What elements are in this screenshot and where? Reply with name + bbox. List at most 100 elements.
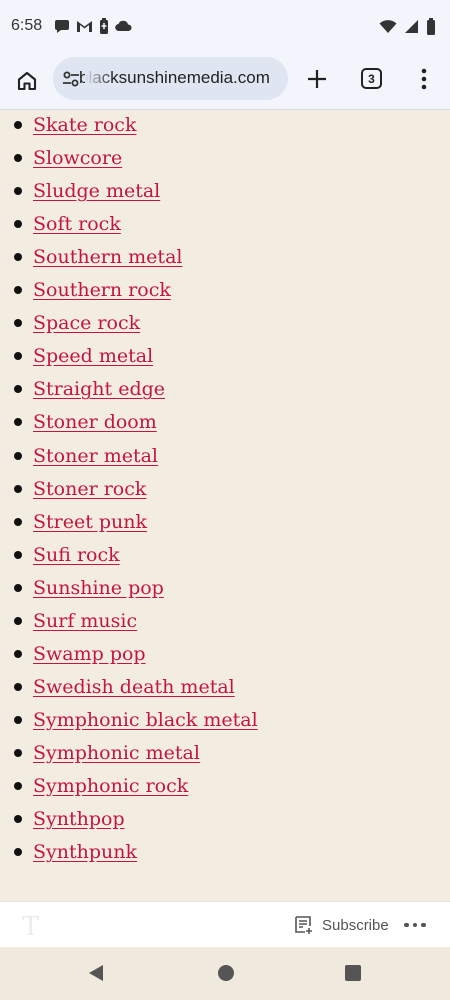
genre-link[interactable]: Swedish death metal (33, 672, 235, 702)
genre-link[interactable]: Straight edge (33, 374, 165, 404)
recents-square-icon (345, 965, 361, 981)
bullet-icon (14, 187, 22, 196)
genre-link[interactable]: Sludge metal (33, 176, 160, 206)
genre-list-item: Skate rock (0, 110, 450, 143)
genre-link[interactable]: Southern rock (33, 275, 171, 305)
bullet-icon (14, 286, 22, 295)
genre-link[interactable]: Stoner rock (33, 474, 146, 504)
genre-list-item: Synthpunk (0, 837, 450, 870)
genre-list-item: Swamp pop (0, 639, 450, 672)
genre-list-item: Synthpop (0, 804, 450, 837)
home-icon (17, 71, 37, 91)
bullet-icon (14, 550, 22, 559)
genre-link[interactable]: Swamp pop (33, 639, 146, 669)
battery-saver-icon (100, 18, 108, 34)
back-icon (89, 965, 103, 981)
status-bar: 6:58 (0, 0, 450, 54)
status-time: 6:58 (11, 17, 43, 34)
more-vert-icon (421, 68, 427, 90)
subscribe-icon (295, 916, 312, 934)
genre-list-item: Symphonic metal (0, 738, 450, 771)
battery-icon (427, 17, 435, 35)
page-content: Skate rock Slowcore Sludge metal Soft rock S… (0, 110, 450, 900)
bullet-icon (14, 352, 22, 361)
recents-button[interactable] (342, 962, 364, 984)
genre-list-item: Soft rock (0, 209, 450, 242)
genre-list-item: Stoner rock (0, 474, 450, 507)
home-button[interactable] (12, 66, 42, 96)
bullet-icon (14, 649, 22, 658)
subscribe-label: Subscribe (322, 916, 389, 934)
more-dot (404, 922, 409, 928)
genre-list-item: Space rock (0, 308, 450, 341)
browser-toolbar: blacksunshinemedia.com 3 (0, 54, 450, 110)
home-nav-button[interactable] (215, 962, 237, 984)
genre-list-item: Surf music (0, 606, 450, 639)
genre-link[interactable]: Street punk (33, 507, 147, 537)
browser-menu-button[interactable] (412, 64, 436, 94)
bullet-icon (14, 220, 22, 229)
cloud-icon (115, 20, 132, 32)
bullet-icon (14, 782, 22, 790)
genre-list-item: Slowcore (0, 143, 450, 176)
genre-link[interactable]: Slowcore (33, 143, 122, 173)
circle-home-icon (218, 965, 234, 981)
genre-link[interactable]: Symphonic rock (33, 771, 188, 801)
genre-link[interactable]: Symphonic metal (33, 738, 200, 768)
genre-list-item: Southern rock (0, 275, 450, 308)
genre-list-item: Sufi rock (0, 540, 450, 573)
new-tab-button[interactable] (302, 64, 332, 94)
bullet-icon (14, 121, 22, 129)
bullet-icon (14, 385, 22, 394)
bullet-icon (14, 616, 22, 625)
genre-link[interactable]: Speed metal (33, 341, 153, 371)
genre-list-item: Symphonic black metal (0, 705, 450, 738)
more-dot (412, 922, 418, 928)
status-notification-icons (54, 16, 132, 36)
url-fade (85, 57, 113, 100)
address-bar[interactable]: blacksunshinemedia.com (53, 57, 288, 100)
genre-list-item: Speed metal (0, 341, 450, 374)
genre-list-item: Stoner doom (0, 407, 450, 440)
genre-list-item: Symphonic rock (0, 771, 450, 804)
bullet-icon (14, 748, 22, 757)
gmail-icon (77, 21, 92, 32)
tune-icon[interactable] (61, 69, 81, 89)
system-nav-bar (0, 947, 450, 1000)
bullet-icon (14, 319, 22, 328)
site-logo-icon: T (22, 912, 40, 942)
bullet-icon (14, 253, 22, 262)
bullet-icon (14, 517, 22, 526)
subscribe-bar: T Subscribe (0, 901, 450, 947)
genre-list-item: Sunshine pop (0, 573, 450, 606)
genre-list-item: Southern metal (0, 242, 450, 275)
genre-list-item: Straight edge (0, 374, 450, 407)
genre-link[interactable]: Stoner doom (33, 407, 157, 437)
more-options-button[interactable] (402, 913, 428, 937)
genre-link[interactable]: Sufi rock (33, 540, 120, 570)
genre-list-item: Sludge metal (0, 176, 450, 209)
bullet-icon (14, 583, 22, 592)
subscribe-button[interactable]: Subscribe (294, 914, 389, 936)
wifi-icon (379, 19, 397, 33)
genre-link[interactable]: Synthpunk (33, 837, 137, 867)
genre-link[interactable]: Sunshine pop (33, 573, 164, 603)
bullet-icon (14, 154, 22, 163)
genre-list-item: Swedish death metal (0, 672, 450, 705)
bullet-icon (14, 848, 22, 857)
genre-link[interactable]: Soft rock (33, 209, 121, 239)
status-system-icons (379, 16, 436, 36)
back-button[interactable] (85, 962, 107, 984)
genre-link[interactable]: Skate rock (33, 110, 136, 140)
genre-list-item: Stoner metal (0, 441, 450, 474)
chat-icon (55, 20, 69, 33)
signal-icon (405, 19, 418, 33)
genre-link[interactable]: Synthpop (33, 804, 125, 834)
genre-link[interactable]: Surf music (33, 606, 137, 636)
genre-link[interactable]: Stoner metal (33, 441, 158, 471)
genre-link[interactable]: Symphonic black metal (33, 705, 258, 735)
genre-list-item: Street punk (0, 507, 450, 540)
genre-link[interactable]: Space rock (33, 308, 140, 338)
genre-link[interactable]: Southern metal (33, 242, 182, 272)
tab-switcher-button[interactable]: 3 (361, 68, 382, 89)
